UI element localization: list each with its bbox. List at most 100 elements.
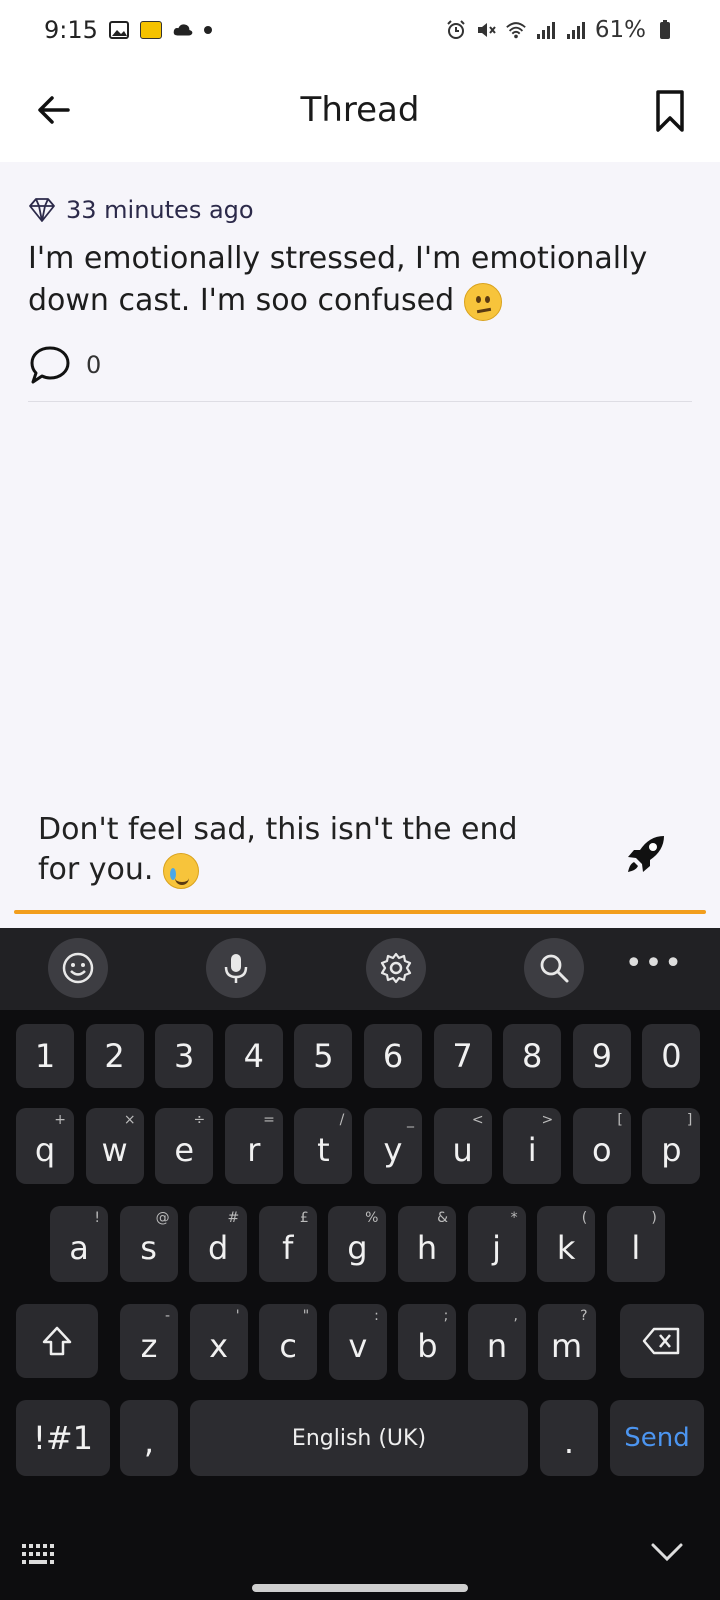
space-key[interactable]: English (UK) [190, 1400, 528, 1476]
key-label: t [317, 1131, 330, 1169]
key-m[interactable]: ? m [537, 1304, 596, 1380]
key-alt-label: @ [155, 1210, 170, 1226]
key-label: a [69, 1229, 89, 1267]
shift-key[interactable] [16, 1304, 98, 1378]
cloud-icon [173, 24, 193, 36]
key-label: l [631, 1229, 641, 1267]
smiling-tear-emoji [163, 852, 199, 889]
key-alt-label: / [339, 1112, 345, 1128]
key-4[interactable]: 4 [224, 1024, 283, 1088]
keyboard-toolbar: ••• [0, 928, 720, 1010]
key-h[interactable]: & h [398, 1206, 456, 1282]
key-alt-label: ' [235, 1308, 240, 1324]
signal-icon [536, 22, 555, 39]
search-icon [540, 954, 569, 983]
key-s[interactable]: @ s [119, 1206, 178, 1282]
key-t[interactable]: / t [294, 1108, 353, 1184]
key-2[interactable]: 2 [85, 1024, 144, 1088]
send-key[interactable]: Send [610, 1400, 704, 1476]
comma-key[interactable]: , [120, 1400, 178, 1476]
gear-icon [380, 952, 412, 984]
key-5[interactable]: 5 [294, 1024, 353, 1088]
keyboard-search-button[interactable] [524, 938, 584, 998]
symbols-key[interactable]: !#1 [16, 1400, 110, 1476]
key-y[interactable]: _ y [364, 1108, 422, 1184]
key-label: q [34, 1131, 56, 1169]
key-label: y [383, 1131, 403, 1169]
key-q[interactable]: + q [16, 1108, 74, 1184]
gallery-icon [108, 21, 129, 39]
key-alt-label: £ [299, 1210, 309, 1226]
reply-input[interactable]: Don't feel sad, this isn't the end for y… [38, 810, 558, 890]
key-alt-label: ; [443, 1308, 449, 1324]
key-g[interactable]: % g [328, 1206, 387, 1282]
key-w[interactable]: × w [85, 1108, 144, 1184]
key-alt-label: ( [581, 1210, 588, 1226]
key-alt-label: [ [617, 1112, 623, 1128]
key-alt-label: ÷ [193, 1112, 206, 1128]
key-alt-label: " [302, 1308, 310, 1324]
key-r[interactable]: = r [224, 1108, 283, 1184]
shift-icon [42, 1326, 72, 1356]
key-label: w [101, 1131, 128, 1169]
battery-percent: 61% [594, 17, 646, 43]
thread-post: 33 minutes ago I'm emotionally stressed,… [0, 162, 720, 388]
more-options-icon[interactable]: ••• [625, 946, 684, 981]
key-j[interactable]: * j [467, 1206, 526, 1282]
key-8[interactable]: 8 [503, 1024, 562, 1088]
key-alt-label: - [164, 1308, 170, 1324]
key-alt-label: ? [580, 1308, 588, 1324]
bookmark-icon[interactable] [650, 88, 690, 134]
key-n[interactable]: ,n [468, 1304, 526, 1380]
key-d[interactable]: # d [189, 1206, 248, 1282]
key-p[interactable]: ] p [642, 1108, 701, 1184]
key-c[interactable]: " c [259, 1304, 318, 1380]
keyboard-layout-icon[interactable] [20, 1540, 60, 1568]
keyboard-settings-button[interactable] [366, 938, 426, 998]
battery-icon [660, 20, 670, 39]
backspace-key[interactable] [620, 1304, 704, 1378]
key-z[interactable]: -z [120, 1304, 178, 1380]
post-meta: 33 minutes ago [28, 196, 692, 224]
reply-text: Don't feel sad, this isn't the end for y… [38, 812, 518, 887]
key-label: English (UK) [291, 1425, 427, 1451]
key-0[interactable]: 0 [642, 1024, 701, 1088]
key-1[interactable]: 1 [16, 1024, 74, 1088]
key-o[interactable]: [o [572, 1108, 631, 1184]
page-title: Thread [300, 90, 420, 130]
key-alt-label: > [541, 1112, 554, 1128]
home-indicator[interactable] [252, 1584, 468, 1592]
hide-keyboard-chevron-icon[interactable] [650, 1540, 684, 1564]
key-f[interactable]: £ f [258, 1206, 317, 1282]
key-u[interactable]: < u [433, 1108, 492, 1184]
key-7[interactable]: 7 [433, 1024, 492, 1088]
reply-composer: Don't feel sad, this isn't the end for y… [0, 776, 720, 928]
rocket-send-icon[interactable] [624, 832, 668, 876]
period-key[interactable]: . [540, 1400, 598, 1476]
key-i[interactable]: > i [503, 1108, 562, 1184]
key-x[interactable]: ' x [189, 1304, 248, 1380]
key-b[interactable]: ; b [398, 1304, 457, 1380]
key-label: c [279, 1327, 297, 1365]
key-alt-label: × [123, 1112, 136, 1128]
key-alt-label: # [227, 1210, 240, 1226]
key-label: o [592, 1131, 612, 1169]
post-actions: 0 [28, 342, 692, 388]
key-l[interactable]: ) l [606, 1206, 665, 1282]
key-k[interactable]: (k [537, 1206, 596, 1282]
key-6[interactable]: 6 [364, 1024, 422, 1088]
key-e[interactable]: ÷ e [155, 1108, 214, 1184]
confused-face-emoji [463, 282, 502, 321]
key-a[interactable]: ! a [50, 1206, 108, 1282]
key-label: e [174, 1131, 195, 1169]
key-3[interactable]: 3 [155, 1024, 214, 1088]
key-v[interactable]: :v [328, 1304, 387, 1380]
emoji-button[interactable] [48, 938, 108, 998]
comment-icon[interactable] [28, 344, 72, 386]
key-label: 9 [591, 1037, 612, 1075]
app-header: Thread [0, 60, 720, 162]
key-label: b [417, 1327, 438, 1365]
voice-input-button[interactable] [206, 938, 266, 998]
key-9[interactable]: 9 [572, 1024, 631, 1088]
key-label: s [140, 1229, 157, 1267]
